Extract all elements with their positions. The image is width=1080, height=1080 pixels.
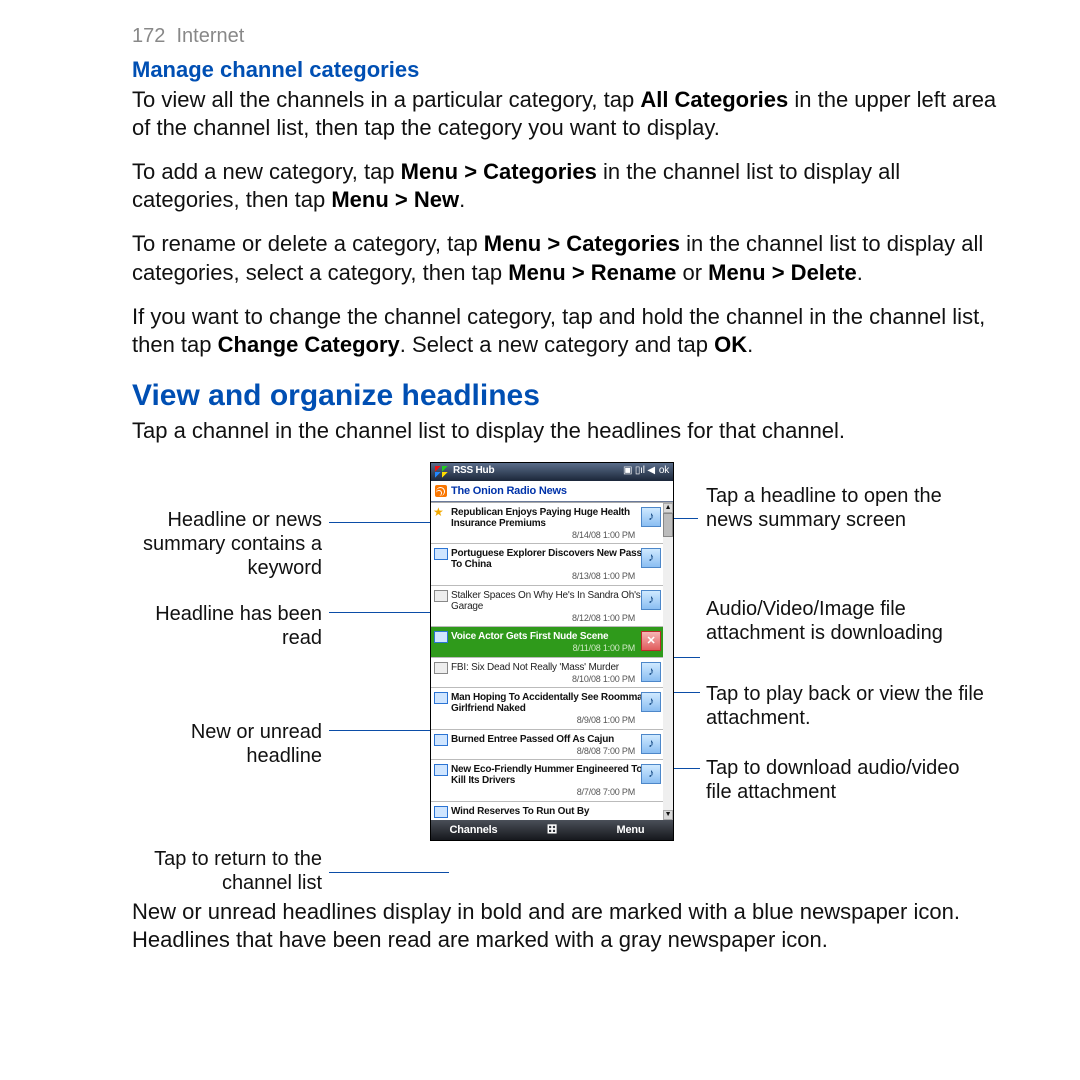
paragraph: If you want to change the channel catego…	[132, 303, 1012, 359]
device-screenshot: RSS Hub ▣ ▯ıl ◀ ok The Onion Radio News …	[430, 462, 674, 841]
headline-item[interactable]: Burned Entree Passed Off As Cajun8/8/08 …	[431, 730, 663, 761]
headline-text: Stalker Spaces On Why He's In Sandra Oh'…	[451, 590, 659, 612]
headline-item[interactable]: Wind Reserves To Run Out By	[431, 802, 663, 820]
page-section: Internet	[177, 25, 245, 47]
ok-button[interactable]: ok	[659, 465, 669, 478]
headline-item[interactable]: Man Hoping To Accidentally See Roommate'…	[431, 688, 663, 730]
headline-text: Man Hoping To Accidentally See Roommate'…	[451, 692, 659, 714]
newspaper-unread-icon	[434, 764, 448, 776]
attachment-play-icon[interactable]: ♪	[641, 764, 661, 784]
manual-page: 172 Internet Manage channel categories T…	[0, 0, 1080, 1080]
attachment-downloading-icon[interactable]: ✕	[641, 631, 661, 651]
page-header: 172 Internet	[132, 24, 1012, 50]
headline-timestamp: 8/9/08 1:00 PM	[451, 715, 659, 727]
headline-timestamp: 8/7/08 7:00 PM	[451, 787, 659, 799]
attachment-play-icon[interactable]: ♪	[641, 692, 661, 712]
headline-text: Voice Actor Gets First Nude Scene	[451, 631, 659, 642]
headline-timestamp: 8/11/08 1:00 PM	[451, 643, 659, 655]
newspaper-unread-icon	[434, 692, 448, 704]
headline-text: Portuguese Explorer Discovers New Passag…	[451, 548, 659, 570]
title-bar: RSS Hub ▣ ▯ıl ◀ ok	[431, 463, 673, 481]
callout-read: Headline has been read	[152, 602, 322, 651]
headline-item[interactable]: ★ Republican Enjoys Paying Huge Health In…	[431, 503, 663, 545]
headline-timestamp: 8/12/08 1:00 PM	[451, 613, 659, 625]
newspaper-read-icon	[434, 590, 448, 602]
softkey-channels[interactable]: Channels	[431, 823, 516, 837]
softkey-bar: Channels ⊞ Menu	[431, 820, 673, 840]
annotated-screenshot: Headline or news summary contains a keyw…	[132, 462, 1012, 892]
callout-download: Tap to download audio/video file attachm…	[706, 756, 986, 805]
headline-item[interactable]: FBI: Six Dead Not Really 'Mass' Murder8/…	[431, 658, 663, 689]
paragraph: Tap a channel in the channel list to dis…	[132, 417, 1012, 445]
paragraph: To add a new category, tap Menu > Catego…	[132, 158, 1012, 214]
section-heading-view-headlines: View and organize headlines	[132, 377, 1012, 415]
callout-channels: Tap to return to the channel list	[152, 847, 322, 896]
attachment-play-icon[interactable]: ♪	[641, 548, 661, 568]
attachment-play-icon[interactable]: ♪	[641, 734, 661, 754]
newspaper-unread-icon	[434, 806, 448, 818]
headline-timestamp: 8/8/08 7:00 PM	[451, 746, 659, 758]
attachment-play-icon[interactable]: ♪	[641, 662, 661, 682]
headline-text: Republican Enjoys Paying Huge Health Ins…	[451, 507, 659, 529]
paragraph: To rename or delete a category, tap Menu…	[132, 230, 1012, 286]
headline-text: Burned Entree Passed Off As Cajun	[451, 734, 659, 745]
headline-item[interactable]: Stalker Spaces On Why He's In Sandra Oh'…	[431, 586, 663, 628]
paragraph: New or unread headlines display in bold …	[132, 898, 1012, 954]
scroll-up-icon[interactable]: ▲	[663, 503, 673, 513]
callout-open-summary: Tap a headline to open the news summary …	[706, 484, 966, 533]
callout-play: Tap to play back or view the file attach…	[706, 682, 986, 731]
headline-timestamp: 8/14/08 1:00 PM	[451, 530, 659, 542]
app-title: RSS Hub	[453, 465, 623, 478]
headline-item[interactable]: New Eco-Friendly Hummer Engineered To Ki…	[431, 760, 663, 802]
start-icon[interactable]	[435, 466, 449, 478]
newspaper-unread-icon	[434, 548, 448, 560]
attachment-play-icon[interactable]: ♪	[641, 590, 661, 610]
scroll-thumb[interactable]	[663, 513, 673, 537]
page-number: 172	[132, 25, 165, 47]
callout-unread: New or unread headline	[152, 720, 322, 769]
headline-item[interactable]: Portuguese Explorer Discovers New Passag…	[431, 544, 663, 586]
channel-name: The Onion Radio News	[451, 484, 567, 498]
newspaper-unread-icon	[434, 734, 448, 746]
headline-list[interactable]: ★ Republican Enjoys Paying Huge Health In…	[431, 503, 663, 820]
newspaper-unread-icon	[434, 631, 448, 643]
subheading-manage-categories: Manage channel categories	[132, 56, 1012, 84]
attachment-play-icon[interactable]: ♪	[641, 507, 661, 527]
headline-timestamp: 8/13/08 1:00 PM	[451, 571, 659, 583]
keyword-icon: ★	[433, 505, 445, 515]
callout-keyword: Headline or news summary contains a keyw…	[132, 508, 322, 581]
channel-title-row[interactable]: The Onion Radio News	[431, 481, 673, 502]
headline-timestamp: 8/10/08 1:00 PM	[451, 674, 659, 686]
headline-item[interactable]: Voice Actor Gets First Nude Scene8/11/08…	[431, 627, 663, 658]
headline-text: Wind Reserves To Run Out By	[451, 806, 659, 817]
headline-text: New Eco-Friendly Hummer Engineered To Ki…	[451, 764, 659, 786]
headline-text: FBI: Six Dead Not Really 'Mass' Murder	[451, 662, 659, 673]
softkey-keyboard-icon[interactable]: ⊞	[516, 821, 588, 838]
scroll-down-icon[interactable]: ▼	[663, 810, 673, 820]
paragraph: To view all the channels in a particular…	[132, 86, 1012, 142]
rss-icon	[435, 485, 447, 497]
softkey-menu[interactable]: Menu	[588, 823, 673, 837]
system-tray: ▣ ▯ıl ◀	[623, 465, 655, 478]
scrollbar[interactable]: ▲ ▼	[663, 503, 673, 820]
newspaper-read-icon	[434, 662, 448, 674]
callout-downloading: Audio/Video/Image file attachment is dow…	[706, 597, 966, 646]
